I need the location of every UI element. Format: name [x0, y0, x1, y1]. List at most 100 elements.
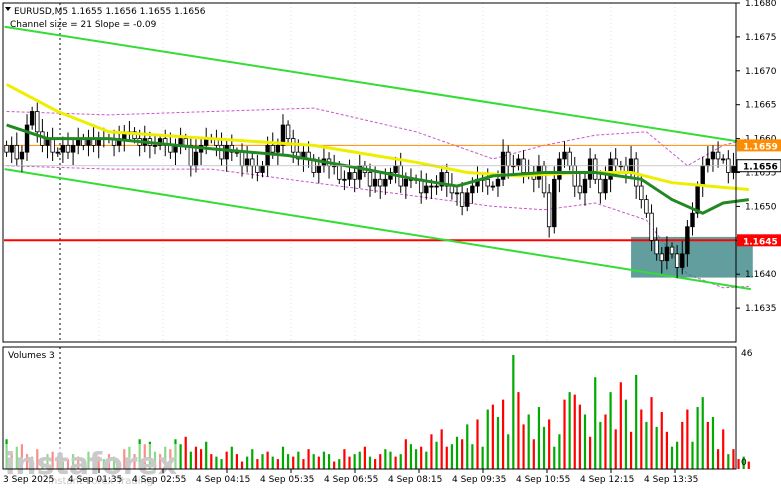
candle-body	[424, 185, 429, 194]
candle-body	[260, 165, 265, 173]
candle-body	[465, 192, 470, 207]
candle-body	[495, 178, 501, 187]
candle-body	[168, 144, 173, 153]
candle-body	[470, 185, 475, 194]
candle-body	[250, 158, 255, 167]
price-tick-label: 1.1675	[745, 33, 777, 43]
chart-window: instaforex Instant Forex Trading 1.1680 1…	[0, 0, 781, 489]
candle-body	[65, 144, 71, 153]
candle-body	[639, 185, 644, 201]
candle-body	[557, 158, 562, 180]
candle-body	[654, 239, 659, 255]
candle-body	[490, 185, 496, 188]
candle-body	[14, 144, 19, 160]
candle-body	[603, 178, 608, 194]
candle-body	[152, 144, 158, 147]
candle-body	[562, 151, 567, 160]
time-label: 4 Sep 12:15	[580, 475, 634, 485]
candle-body	[55, 151, 60, 154]
candle-body	[70, 144, 76, 153]
candle-body	[19, 151, 25, 160]
candle-body	[24, 124, 30, 153]
price-tick-label: 1.1665	[745, 101, 777, 111]
candle-body	[342, 178, 347, 181]
time-label: 4 Sep 13:35	[644, 475, 698, 485]
candle-body	[60, 144, 66, 153]
candle-body	[183, 138, 188, 146]
candle-body	[393, 165, 398, 173]
time-label: 4 Sep 06:55	[324, 475, 378, 485]
candle-body	[347, 172, 352, 180]
candle-body	[316, 165, 322, 173]
candle-body	[454, 192, 460, 195]
candle-body	[219, 144, 224, 160]
candle-body	[378, 178, 383, 187]
price-tick-label: 1.1650	[745, 202, 777, 212]
candle-body	[224, 144, 229, 160]
candle-body	[429, 185, 434, 188]
time-label: 4 Sep 08:15	[388, 475, 442, 485]
candle-body	[459, 192, 465, 207]
candle-body	[35, 111, 40, 133]
candle-body	[337, 165, 342, 180]
candle-body	[9, 144, 14, 153]
candle-body	[485, 178, 490, 187]
time-label: 4 Sep 04:15	[196, 475, 250, 485]
candle-body	[685, 226, 690, 255]
candle-body	[239, 151, 245, 167]
candle	[541, 160, 547, 198]
candle-body	[587, 158, 593, 180]
candle-body	[541, 165, 547, 194]
candle-body	[188, 144, 194, 167]
candle-body	[669, 246, 675, 255]
candle-body	[372, 178, 378, 187]
candle-body	[721, 158, 726, 161]
time-label: 4 Sep 02:55	[132, 475, 186, 485]
candle-body	[690, 212, 695, 228]
price-tick-label: 1.1670	[745, 67, 777, 77]
support-zone	[631, 236, 753, 278]
candle-body	[255, 165, 260, 173]
candle-body	[598, 178, 603, 194]
candle-body	[644, 199, 649, 214]
price-tick-label: 1.1680	[745, 0, 777, 9]
candle-body	[567, 151, 572, 167]
candle-body	[680, 253, 685, 268]
volume-title: Volumes 3	[8, 351, 55, 361]
candle-body	[4, 144, 9, 153]
candle-body	[270, 144, 275, 153]
time-label: 4 Sep 10:55	[516, 475, 570, 485]
candle-body	[613, 158, 618, 167]
candle-body	[546, 192, 552, 228]
candle-body	[383, 178, 388, 187]
candle-body	[29, 111, 35, 126]
candle-body	[674, 253, 680, 268]
candle-body	[506, 151, 511, 167]
candle-body	[649, 212, 654, 241]
candle-body	[700, 165, 705, 187]
candle-body	[731, 165, 736, 173]
candle-body	[659, 253, 664, 262]
candle-body	[710, 151, 716, 160]
candle	[593, 154, 598, 185]
candle-body	[352, 172, 357, 180]
candle-body	[664, 246, 670, 262]
candle-body	[285, 124, 291, 140]
candle-body	[572, 165, 577, 187]
volume-max-label: 46	[741, 349, 753, 359]
price-tick-label: 1.1640	[745, 270, 777, 280]
candle-body	[275, 144, 281, 153]
support-zone-box	[631, 236, 753, 278]
candle-body	[705, 158, 711, 167]
price-tick-label: 1.1635	[745, 304, 777, 314]
candle-body	[552, 178, 557, 228]
time-label: 4 Sep 01:35	[68, 475, 122, 485]
resistance-level-label: 1.1659	[743, 142, 778, 152]
candle-body	[449, 185, 455, 194]
candle-body	[265, 144, 270, 167]
candle-body	[434, 185, 439, 188]
price-chart: instaforex Instant Forex Trading 1.16801…	[0, 0, 781, 489]
candle-body	[577, 185, 583, 194]
volume-min-label: 0	[741, 458, 747, 468]
candle-body	[193, 151, 199, 167]
